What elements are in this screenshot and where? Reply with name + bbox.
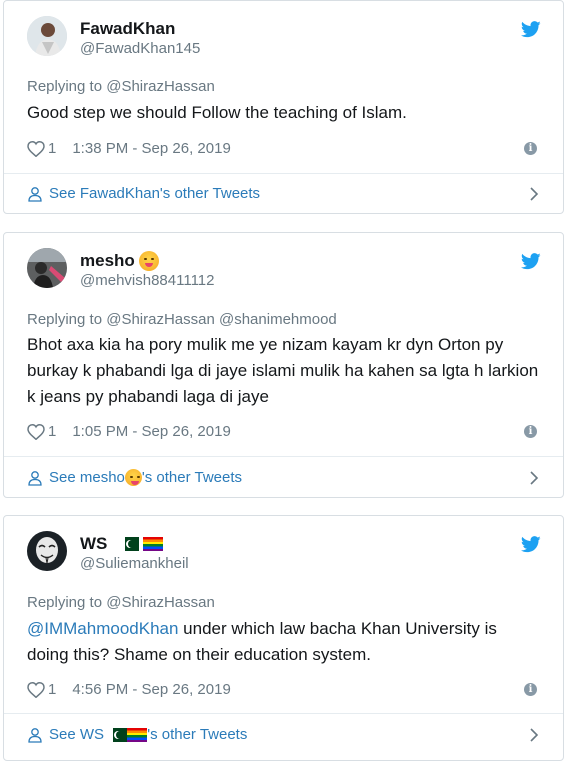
person-icon xyxy=(28,727,42,743)
replying-to: Replying to @ShirazHassan xyxy=(27,78,215,95)
rainbow-flag-icon xyxy=(143,537,164,551)
like-count: 1 xyxy=(48,140,57,157)
replying-to: Replying to @ShirazHassan xyxy=(27,594,215,611)
footer-label-start: See mesho xyxy=(49,469,125,486)
avatar[interactable] xyxy=(27,248,67,288)
pakistan-flag-icon xyxy=(108,727,128,742)
tweet-timestamp[interactable]: 1:38 PM - Sep 26, 2019 xyxy=(72,140,230,157)
face-savoring-food-emoji xyxy=(124,469,142,486)
avatar[interactable] xyxy=(27,531,67,571)
person-photo-icon xyxy=(27,16,67,56)
reply-mention-link[interactable]: @ShirazHassan xyxy=(106,594,215,611)
person-photo-icon xyxy=(27,248,67,288)
tweet-text: @IMMahmoodKhan under which law bacha Kha… xyxy=(27,616,541,668)
user-handle[interactable]: @Suliemankheil xyxy=(80,554,189,574)
twitter-bird-icon[interactable] xyxy=(521,253,541,270)
twitter-bird-icon[interactable] xyxy=(521,536,541,553)
user-handle[interactable]: @mehvish88411112 xyxy=(80,271,214,291)
tweet-meta: 1 1:05 PM - Sep 26, 2019 xyxy=(27,423,231,440)
chevron-right-icon[interactable] xyxy=(527,470,541,485)
like-count: 1 xyxy=(48,423,57,440)
heart-icon[interactable] xyxy=(27,423,45,440)
footer-label-start: See WS xyxy=(49,726,105,743)
see-other-tweets-link[interactable]: See mesho 's other Tweets xyxy=(27,469,541,486)
tweet-timestamp[interactable]: 1:05 PM - Sep 26, 2019 xyxy=(72,423,230,440)
person-icon xyxy=(28,470,42,486)
footer-label-end: 's other Tweets xyxy=(141,469,243,486)
display-name[interactable]: WS xyxy=(80,534,189,554)
person-icon xyxy=(28,186,42,202)
see-other-tweets-link[interactable]: See FawadKhan's other Tweets xyxy=(27,185,541,202)
user-handle[interactable]: @FawadKhan145 xyxy=(80,39,200,59)
tweet-card: WS @Suliemankheil Replying to @ShirazHas… xyxy=(3,515,564,761)
info-icon[interactable]: i xyxy=(524,425,537,438)
heart-icon[interactable] xyxy=(27,681,45,698)
tweet-card: mesho @mehvish88411112 Replying to @Shir… xyxy=(3,232,564,498)
display-name[interactable]: FawadKhan xyxy=(80,19,200,39)
footer-label: See FawadKhan's other Tweets xyxy=(49,185,261,202)
tweet-card: FawadKhan @FawadKhan145 Replying to @Shi… xyxy=(3,0,564,214)
footer-label-end: 's other Tweets xyxy=(147,726,248,743)
replying-to: Replying to @ShirazHassan @shanimehmood xyxy=(27,311,337,328)
pakistan-flag-icon xyxy=(120,537,140,551)
face-savoring-food-emoji xyxy=(138,251,159,271)
tweet-meta: 1 4:56 PM - Sep 26, 2019 xyxy=(27,681,231,698)
info-icon[interactable]: i xyxy=(524,142,537,155)
display-name[interactable]: mesho xyxy=(80,251,214,271)
mask-avatar-icon xyxy=(27,531,67,571)
divider xyxy=(4,173,563,174)
chevron-right-icon[interactable] xyxy=(527,727,541,742)
info-icon[interactable]: i xyxy=(524,683,537,696)
mention-link[interactable]: @IMMahmoodKhan xyxy=(27,619,178,638)
tweet-meta: 1 1:38 PM - Sep 26, 2019 xyxy=(27,140,231,157)
see-other-tweets-link[interactable]: See WS 's other Tweets xyxy=(27,726,541,743)
reply-mention-link[interactable]: @ShirazHassan xyxy=(106,78,215,95)
tweet-timestamp[interactable]: 4:56 PM - Sep 26, 2019 xyxy=(72,681,230,698)
avatar[interactable] xyxy=(27,16,67,56)
divider xyxy=(4,456,563,457)
like-count: 1 xyxy=(48,681,57,698)
chevron-right-icon[interactable] xyxy=(527,186,541,201)
rainbow-flag-icon xyxy=(127,727,148,742)
tweet-text: Bhot axa kia ha pory mulik me ye nizam k… xyxy=(27,335,539,406)
reply-mention-link[interactable]: @ShirazHassan @shanimehmood xyxy=(106,311,337,328)
tweet-text: Good step we should Follow the teaching … xyxy=(27,103,407,122)
twitter-bird-icon[interactable] xyxy=(521,21,541,38)
heart-icon[interactable] xyxy=(27,140,45,157)
divider xyxy=(4,713,563,714)
